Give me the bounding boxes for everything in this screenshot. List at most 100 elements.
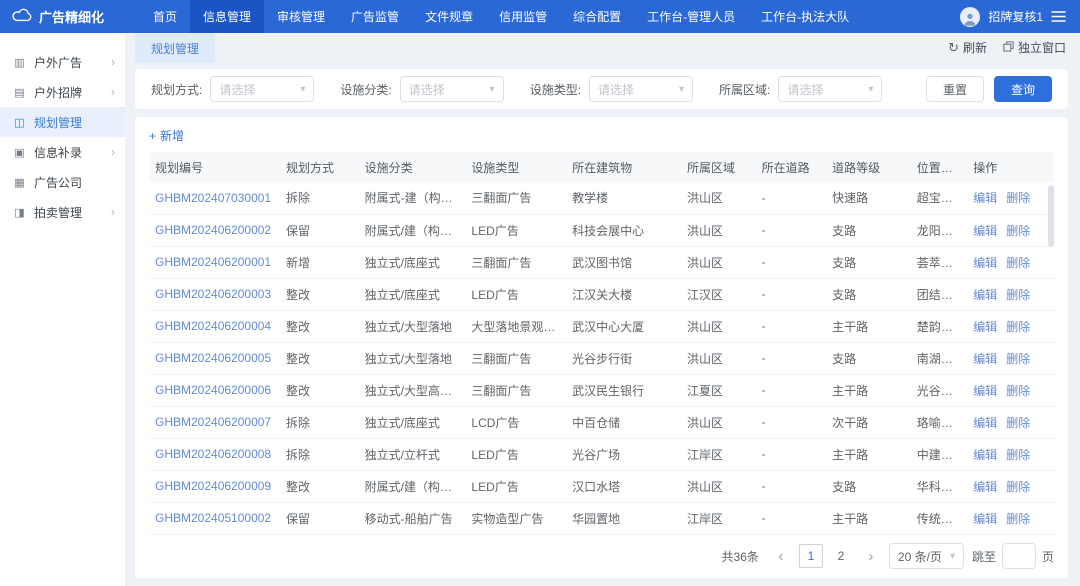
delete-link[interactable]: 删除: [1006, 480, 1030, 494]
add-button[interactable]: + 新增: [149, 127, 184, 144]
reset-button[interactable]: 重置: [926, 76, 984, 102]
nav-item[interactable]: 审核管理: [264, 0, 338, 33]
menu-icon[interactable]: [1051, 11, 1066, 22]
tab-bar: 规划管理 ↻ 刷新 独立窗口: [125, 33, 1080, 63]
cell-road-level: 支路: [826, 470, 911, 502]
auction-icon: ◨: [13, 206, 26, 219]
chevron-right-icon: ›: [111, 85, 115, 99]
filter-select[interactable]: 请选择▾: [400, 76, 504, 102]
edit-link[interactable]: 编辑: [973, 224, 997, 238]
edit-link[interactable]: 编辑: [973, 256, 997, 270]
prev-page-button[interactable]: ‹: [771, 544, 791, 568]
cell-plan-id[interactable]: GHBM202406200007: [149, 406, 280, 438]
cell-plan-id[interactable]: GHBM202406200001: [149, 246, 280, 278]
tab-planning-management[interactable]: 规划管理: [135, 34, 215, 63]
delete-link[interactable]: 删除: [1006, 384, 1030, 398]
refresh-icon: ↻: [948, 41, 959, 54]
filter-select[interactable]: 请选择▾: [589, 76, 693, 102]
sidebar-menu: ▥户外广告›▤户外招牌›◫规划管理▣信息补录› ▦ 广告公司 ◨拍卖管理›: [0, 33, 125, 586]
sidebar-item[interactable]: ▥户外广告›: [0, 47, 125, 77]
delete-link[interactable]: 删除: [1006, 448, 1030, 462]
nav-item[interactable]: 首页: [140, 0, 190, 33]
cell-plan-id[interactable]: GHBM202406200006: [149, 374, 280, 406]
cell-plan-id[interactable]: GHBM202406200005: [149, 342, 280, 374]
edit-link[interactable]: 编辑: [973, 320, 997, 334]
cell-actions: 编辑删除: [967, 342, 1054, 374]
edit-link[interactable]: 编辑: [973, 448, 997, 462]
page-button[interactable]: 1: [799, 544, 823, 568]
refresh-button[interactable]: ↻ 刷新: [948, 39, 987, 56]
jump-page-input[interactable]: [1002, 543, 1036, 569]
cell-plan-id[interactable]: GHBM202406200003: [149, 278, 280, 310]
nav-item[interactable]: 文件规章: [412, 0, 486, 33]
nav-item[interactable]: 工作台-管理人员: [634, 0, 748, 33]
cell-road: -: [756, 182, 827, 214]
cell-plan-id[interactable]: GHBM202406200002: [149, 214, 280, 246]
cell-facility-category: 独立式/底座式: [359, 246, 466, 278]
ad-company-icon: ▦: [13, 176, 26, 189]
delete-link[interactable]: 删除: [1006, 512, 1030, 526]
delete-link[interactable]: 删除: [1006, 320, 1030, 334]
filter-buttons: 重置 查询: [926, 76, 1052, 102]
sidebar-item-label: 信息补录: [34, 144, 82, 161]
edit-link[interactable]: 编辑: [973, 191, 997, 205]
cell-road-level: 主干路: [826, 438, 911, 470]
edit-link[interactable]: 编辑: [973, 512, 997, 526]
filter-select[interactable]: 请选择▾: [210, 76, 314, 102]
edit-link[interactable]: 编辑: [973, 288, 997, 302]
cell-location: 团结路...: [911, 278, 967, 310]
filter-label: 设施分类:: [340, 81, 391, 98]
cell-plan-id[interactable]: GHBM202406200008: [149, 438, 280, 470]
table-row: GHBM202406200007拆除独立式/底座式LCD广告中百仓储洪山区-次干…: [149, 406, 1054, 438]
independent-window-button[interactable]: 独立窗口: [1003, 39, 1066, 56]
cell-plan-id[interactable]: GHBM202406200004: [149, 310, 280, 342]
table-scrollbar[interactable]: [1048, 185, 1054, 247]
delete-link[interactable]: 删除: [1006, 191, 1030, 205]
cell-plan-id[interactable]: GHBM202405100002: [149, 502, 280, 534]
cell-plan-method: 整改: [280, 342, 359, 374]
sidebar-item[interactable]: ◫规划管理: [0, 107, 125, 137]
edit-link[interactable]: 编辑: [973, 480, 997, 494]
cell-actions: 编辑删除: [967, 246, 1054, 278]
filter-select[interactable]: 请选择▾: [778, 76, 882, 102]
search-button[interactable]: 查询: [994, 76, 1052, 102]
next-page-button[interactable]: ›: [861, 544, 881, 568]
sidebar-item[interactable]: ▦ 广告公司: [0, 167, 125, 197]
cell-building: 武汉中心大厦: [566, 310, 681, 342]
cell-building: 江汉关大楼: [566, 278, 681, 310]
cell-plan-id[interactable]: GHBM202407030001: [149, 182, 280, 214]
nav-item[interactable]: 工作台-执法大队: [748, 0, 862, 33]
sidebar-item[interactable]: ◨拍卖管理›: [0, 197, 125, 227]
cell-building: 中百仓储: [566, 406, 681, 438]
avatar[interactable]: [960, 7, 980, 27]
cell-actions: 编辑删除: [967, 214, 1054, 246]
cell-plan-id[interactable]: GHBM202406200009: [149, 470, 280, 502]
chevron-down-icon: ▾: [950, 551, 955, 562]
nav-item[interactable]: 信用监管: [486, 0, 560, 33]
cell-location: 超宝工...: [911, 182, 967, 214]
delete-link[interactable]: 删除: [1006, 416, 1030, 430]
sidebar-item-label: 广告公司: [34, 174, 82, 191]
cell-plan-method: 保留: [280, 214, 359, 246]
filter-fields: 规划方式:请选择▾设施分类:请选择▾设施类型:请选择▾所属区域:请选择▾: [151, 76, 926, 102]
cell-district: 洪山区: [681, 214, 756, 246]
nav-item[interactable]: 信息管理: [190, 0, 264, 33]
nav-item[interactable]: 综合配置: [560, 0, 634, 33]
sidebar-item[interactable]: ▣信息补录›: [0, 137, 125, 167]
edit-link[interactable]: 编辑: [973, 384, 997, 398]
cell-district: 洪山区: [681, 246, 756, 278]
nav-item[interactable]: 广告监管: [338, 0, 412, 33]
edit-link[interactable]: 编辑: [973, 416, 997, 430]
cell-road-level: 次干路: [826, 406, 911, 438]
delete-link[interactable]: 删除: [1006, 256, 1030, 270]
delete-link[interactable]: 删除: [1006, 288, 1030, 302]
cell-road: -: [756, 438, 827, 470]
delete-link[interactable]: 删除: [1006, 352, 1030, 366]
sidebar-item[interactable]: ▤户外招牌›: [0, 77, 125, 107]
page-button[interactable]: 2: [829, 544, 853, 568]
table-body: GHBM202407030001拆除附属式-建（构）筑物...三翻面广告教学楼洪…: [149, 182, 1054, 534]
cell-district: 洪山区: [681, 342, 756, 374]
edit-link[interactable]: 编辑: [973, 352, 997, 366]
page-size-select[interactable]: 20 条/页 ▾: [889, 543, 964, 569]
delete-link[interactable]: 删除: [1006, 224, 1030, 238]
